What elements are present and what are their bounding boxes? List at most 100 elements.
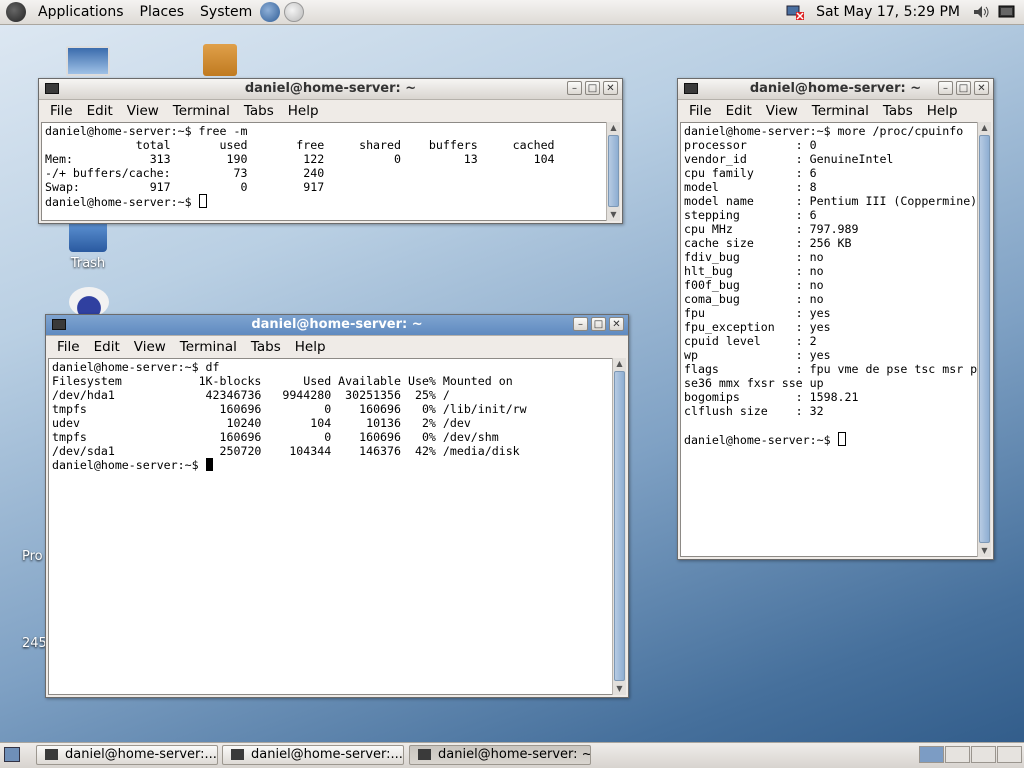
desktop-item-label-245[interactable]: 245 — [22, 636, 47, 651]
menu-help[interactable]: Help — [281, 103, 326, 119]
workspace-1[interactable] — [919, 746, 944, 763]
taskbar-button-label: daniel@home-server:... — [251, 747, 403, 762]
close-button[interactable]: ✕ — [974, 81, 989, 95]
minimize-button[interactable]: – — [573, 317, 588, 331]
terminal-line: model name : Pentium III (Coppermine) — [684, 194, 978, 208]
workspace-4[interactable] — [997, 746, 1022, 763]
window-titlebar[interactable]: daniel@home-server: ~ – □ ✕ — [678, 79, 993, 100]
menu-tabs[interactable]: Tabs — [244, 339, 288, 355]
vertical-scrollbar[interactable]: ▲ ▼ — [606, 122, 620, 221]
terminal-line: se36 mmx fxsr sse up — [684, 376, 824, 390]
scroll-up-arrow-icon[interactable]: ▲ — [613, 358, 626, 370]
taskbar-button[interactable]: daniel@home-server:... — [36, 745, 218, 765]
terminal-line: Swap: 917 0 917 — [45, 180, 325, 194]
applications-menu[interactable]: Applications — [34, 2, 128, 22]
menu-view[interactable]: View — [759, 103, 805, 119]
scroll-thumb[interactable] — [979, 135, 990, 543]
menubar: File Edit View Terminal Tabs Help — [46, 336, 628, 358]
maximize-button[interactable]: □ — [585, 81, 600, 95]
menu-view[interactable]: View — [127, 339, 173, 355]
menu-help[interactable]: Help — [288, 339, 333, 355]
terminal-line: daniel@home-server:~$ df — [52, 360, 220, 374]
scroll-down-arrow-icon[interactable]: ▼ — [613, 683, 626, 695]
terminal-icon — [231, 749, 244, 760]
computer-desktop-icon[interactable] — [64, 46, 112, 78]
window-titlebar[interactable]: daniel@home-server: ~ – □ ✕ — [39, 79, 622, 100]
terminal-output[interactable]: daniel@home-server:~$ free -m total used… — [41, 122, 607, 221]
volume-icon[interactable] — [972, 4, 990, 20]
scroll-thumb[interactable] — [608, 135, 619, 207]
terminal-line: cpu family : 6 — [684, 166, 817, 180]
panel-clock[interactable]: Sat May 17, 5:29 PM — [816, 4, 960, 20]
terminal-line: f00f_bug : no — [684, 278, 824, 292]
text-cursor — [205, 458, 213, 471]
terminal-line: /dev/hda1 42346736 9944280 30251356 25% … — [52, 388, 450, 402]
trash-label: Trash — [70, 256, 106, 271]
menu-edit[interactable]: Edit — [80, 103, 120, 119]
vertical-scrollbar[interactable]: ▲ ▼ — [612, 358, 626, 695]
terminal-line: processor : 0 — [684, 138, 817, 152]
minimize-button[interactable]: – — [938, 81, 953, 95]
terminal-icon — [418, 749, 431, 760]
maximize-button[interactable]: □ — [956, 81, 971, 95]
vertical-scrollbar[interactable]: ▲ ▼ — [977, 122, 991, 557]
menubar: File Edit View Terminal Tabs Help — [39, 100, 622, 122]
workspace-3[interactable] — [971, 746, 996, 763]
terminal-window-free[interactable]: daniel@home-server: ~ – □ ✕ File Edit Vi… — [38, 78, 623, 224]
terminal-line: model : 8 — [684, 180, 817, 194]
show-desktop-icon[interactable] — [4, 747, 20, 762]
terminal-icon — [684, 83, 698, 94]
web-browser-launcher-icon[interactable] — [260, 2, 281, 22]
menu-help[interactable]: Help — [920, 103, 965, 119]
desktop-item-label-pro[interactable]: Pro — [22, 549, 43, 564]
places-menu[interactable]: Places — [136, 2, 189, 22]
menu-tabs[interactable]: Tabs — [237, 103, 281, 119]
menu-file[interactable]: File — [682, 103, 719, 119]
window-titlebar[interactable]: daniel@home-server: ~ – □ ✕ — [46, 315, 628, 336]
maximize-button[interactable]: □ — [591, 317, 606, 331]
menu-tabs[interactable]: Tabs — [876, 103, 920, 119]
menu-edit[interactable]: Edit — [87, 339, 127, 355]
terminal-output[interactable]: daniel@home-server:~$ df Filesystem 1K-bl… — [48, 358, 613, 695]
menu-terminal[interactable]: Terminal — [166, 103, 237, 119]
scroll-thumb[interactable] — [614, 371, 625, 681]
taskbar-button[interactable]: daniel@home-server:... — [222, 745, 404, 765]
workspace-2[interactable] — [945, 746, 970, 763]
scroll-up-arrow-icon[interactable]: ▲ — [607, 122, 620, 134]
terminal-line: stepping : 6 — [684, 208, 817, 222]
terminal-line: cpu MHz : 797.989 — [684, 222, 859, 236]
terminal-icon — [45, 749, 58, 760]
menubar: File Edit View Terminal Tabs Help — [678, 100, 993, 122]
taskbar-button-active[interactable]: daniel@home-server: ~ — [409, 745, 591, 765]
terminal-window-cpuinfo[interactable]: daniel@home-server: ~ – □ ✕ File Edit Vi… — [677, 78, 994, 560]
terminal-output[interactable]: daniel@home-server:~$ more /proc/cpuinfo… — [680, 122, 978, 557]
mail-launcher-icon[interactable] — [284, 2, 305, 22]
scroll-up-arrow-icon[interactable]: ▲ — [978, 122, 991, 134]
menu-terminal[interactable]: Terminal — [173, 339, 244, 355]
menu-file[interactable]: File — [43, 103, 80, 119]
menu-edit[interactable]: Edit — [719, 103, 759, 119]
gnome-foot-icon[interactable] — [6, 2, 26, 22]
terminal-line: bogomips : 1598.21 — [684, 390, 859, 404]
show-desktop-icon[interactable] — [998, 4, 1016, 20]
system-menu[interactable]: System — [196, 2, 256, 22]
minimize-button[interactable]: – — [567, 81, 582, 95]
close-button[interactable]: ✕ — [603, 81, 618, 95]
menu-terminal[interactable]: Terminal — [805, 103, 876, 119]
terminal-icon — [52, 319, 66, 330]
scroll-down-arrow-icon[interactable]: ▼ — [978, 545, 991, 557]
terminal-line: tmpfs 160696 0 160696 0% /lib/init/rw — [52, 402, 527, 416]
terminal-line: /dev/sda1 250720 104344 146376 42% /medi… — [52, 444, 520, 458]
terminal-prompt: daniel@home-server:~$ — [45, 195, 199, 209]
top-panel: Applications Places System Sat May 17, 5… — [0, 0, 1024, 25]
trash-desktop-icon[interactable]: Trash — [58, 224, 118, 271]
home-folder-desktop-icon[interactable] — [200, 44, 240, 78]
terminal-prompt: daniel@home-server:~$ — [684, 433, 838, 447]
terminal-line: coma_bug : no — [684, 292, 824, 306]
menu-view[interactable]: View — [120, 103, 166, 119]
terminal-window-df[interactable]: daniel@home-server: ~ – □ ✕ File Edit Vi… — [45, 314, 629, 698]
close-button[interactable]: ✕ — [609, 317, 624, 331]
scroll-down-arrow-icon[interactable]: ▼ — [607, 209, 620, 221]
menu-file[interactable]: File — [50, 339, 87, 355]
network-disconnected-icon[interactable] — [786, 4, 805, 20]
